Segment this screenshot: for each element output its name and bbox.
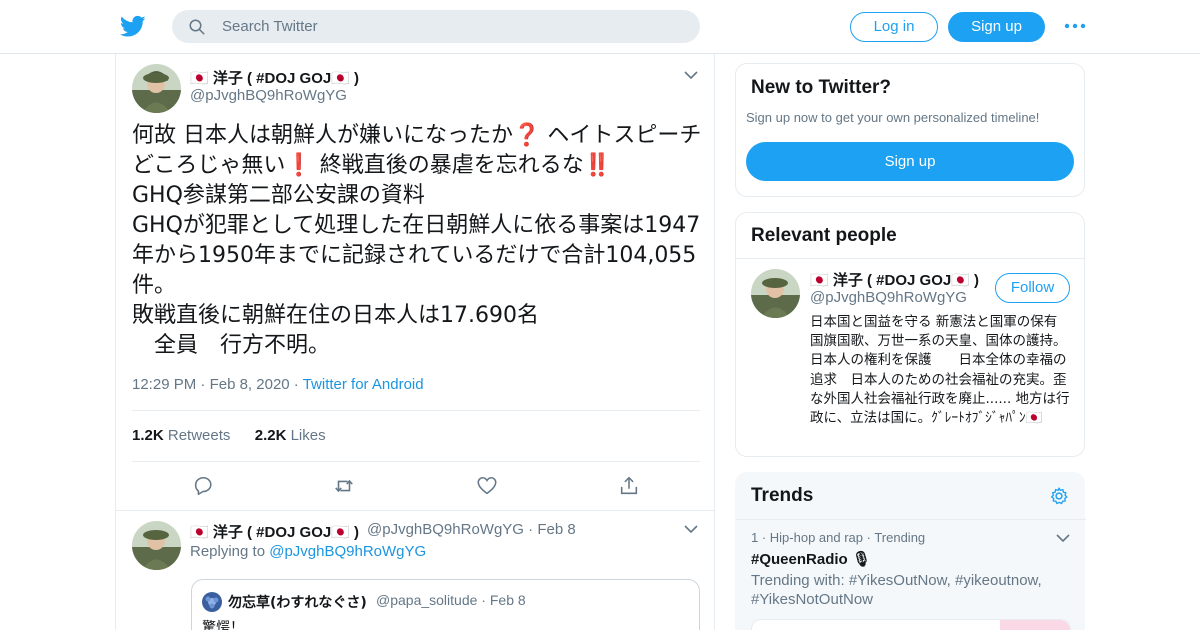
reply-date[interactable]: Feb 8 [537,521,575,538]
dot-separator: · [481,592,490,608]
quote-author-name: 勿忘草(わすれなぐさ) [228,595,367,611]
reply-author-handle[interactable]: @pJvghBQ9hRoWgYG [367,521,524,538]
divider [116,510,714,511]
divider [736,258,1084,259]
relevant-person-name[interactable]: 🇯🇵 洋子 ( #DOJ GOJ🇯🇵 ) [810,269,979,290]
divider [132,461,700,462]
author-name[interactable]: 🇯🇵 洋子 ( #DOJ GOJ🇯🇵 ) [190,67,359,88]
gear-icon[interactable] [1049,486,1069,506]
chevron-down-icon[interactable] [684,70,698,80]
reply-avatar[interactable] [132,521,181,570]
follow-button[interactable]: Follow [995,273,1070,303]
trends-card: Trends 1 · Hip-hop and rap · Trending #Q… [735,472,1086,630]
dot-separator: · [200,376,210,393]
search-icon [189,19,205,35]
retweets-label: Retweets [167,427,231,444]
share-icon[interactable] [618,475,640,497]
relevant-person-handle[interactable]: @pJvghBQ9hRoWgYG [810,289,967,306]
tweet-timestamp: 12:29 PM · Feb 8, 2020 · Twitter for And… [132,376,424,393]
tweet-source-link[interactable]: Twitter for Android [303,376,424,393]
quote-author-meta: @papa_solitude · Feb 8 [376,592,526,608]
relevant-people-card: Relevant people 🇯🇵 洋子 ( #DOJ GOJ🇯🇵 ) @pJ… [735,212,1085,457]
relevant-person-bio: 日本国と国益を守る 新憲法と国軍の保有 国旗国歌、万世一系の天皇、国体の護持。日… [810,314,1085,427]
quoted-tweet[interactable]: 勿忘草(わすれなぐさ) @papa_solitude · Feb 8 驚愕！ [191,579,700,630]
new-to-twitter-title: New to Twitter? [751,77,892,98]
dot-separator: · [293,376,303,393]
retweets-count: 1.2K [132,427,164,444]
trend-trending-with: Trending with: #YikesOutNow, #yikeoutnow… [751,572,1042,608]
chevron-down-icon[interactable] [684,524,698,534]
tweet-date[interactable]: Feb 8, 2020 [210,376,290,393]
divider [736,519,1086,520]
like-icon[interactable] [476,475,498,497]
retweets-stat[interactable]: 1.2K Retweets [132,427,230,444]
quote-avatar [202,592,222,612]
top-nav-bar: Search Twitter Log in Sign up [0,0,1200,54]
sidebar-signup-button[interactable]: Sign up [746,142,1074,181]
divider [132,410,700,411]
avatar[interactable] [132,64,181,113]
new-to-twitter-subtitle: Sign up now to get your own personalized… [746,110,1040,125]
author-handle[interactable]: @pJvghBQ9hRoWgYG [190,87,347,104]
likes-label: Likes [290,427,326,444]
quote-author-handle: @papa_solitude [376,592,478,608]
retweet-icon[interactable] [333,475,355,497]
relevant-people-title: Relevant people [751,225,897,246]
search-input[interactable]: Search Twitter [222,18,318,35]
reply-icon[interactable] [192,475,214,497]
replying-to: Replying to @pJvghBQ9hRoWgYG [190,543,426,560]
timeline-column: 🇯🇵 洋子 ( #DOJ GOJ🇯🇵 ) @pJvghBQ9hRoWgYG 何故… [115,54,715,630]
trend-media-thumbnail [1000,620,1070,630]
quote-text: 驚愕！ [202,620,244,630]
trend-context: 1 · Hip-hop and rap · Trending [751,530,926,545]
reply-author-name[interactable]: 🇯🇵 洋子 ( #DOJ GOJ🇯🇵 ) [190,521,359,542]
likes-stat[interactable]: 2.2K Likes [255,427,326,444]
quote-date: Feb 8 [489,592,526,608]
tweet-time[interactable]: 12:29 PM [132,376,196,393]
trend-hashtag[interactable]: #QueenRadio 🎙 [751,550,871,568]
replying-to-handle-link[interactable]: @pJvghBQ9hRoWgYG [269,543,426,560]
signup-button[interactable]: Sign up [948,12,1045,42]
relevant-person-avatar[interactable] [751,269,800,318]
chevron-down-icon[interactable] [1056,533,1070,543]
login-button[interactable]: Log in [850,12,938,42]
new-to-twitter-card: New to Twitter? Sign up now to get your … [735,63,1085,197]
tweet-stats: 1.2K Retweets 2.2K Likes [132,427,326,444]
dot-separator: · [528,521,538,538]
more-dots-icon[interactable] [1064,18,1086,34]
tweet-text: 何故 日本人は朝鮮人が嫌いになったか❓ ヘイトスピーチどころじゃ無い❗ 終戦直後… [132,123,702,358]
replying-to-label: Replying to [190,543,266,560]
reply-author-meta: @pJvghBQ9hRoWgYG · Feb 8 [367,521,576,538]
search-bar[interactable]: Search Twitter [172,10,700,43]
likes-count: 2.2K [254,427,287,444]
trend-media-preview[interactable] [751,619,1071,630]
trends-title: Trends [751,485,814,506]
twitter-bird-icon[interactable] [120,13,146,39]
